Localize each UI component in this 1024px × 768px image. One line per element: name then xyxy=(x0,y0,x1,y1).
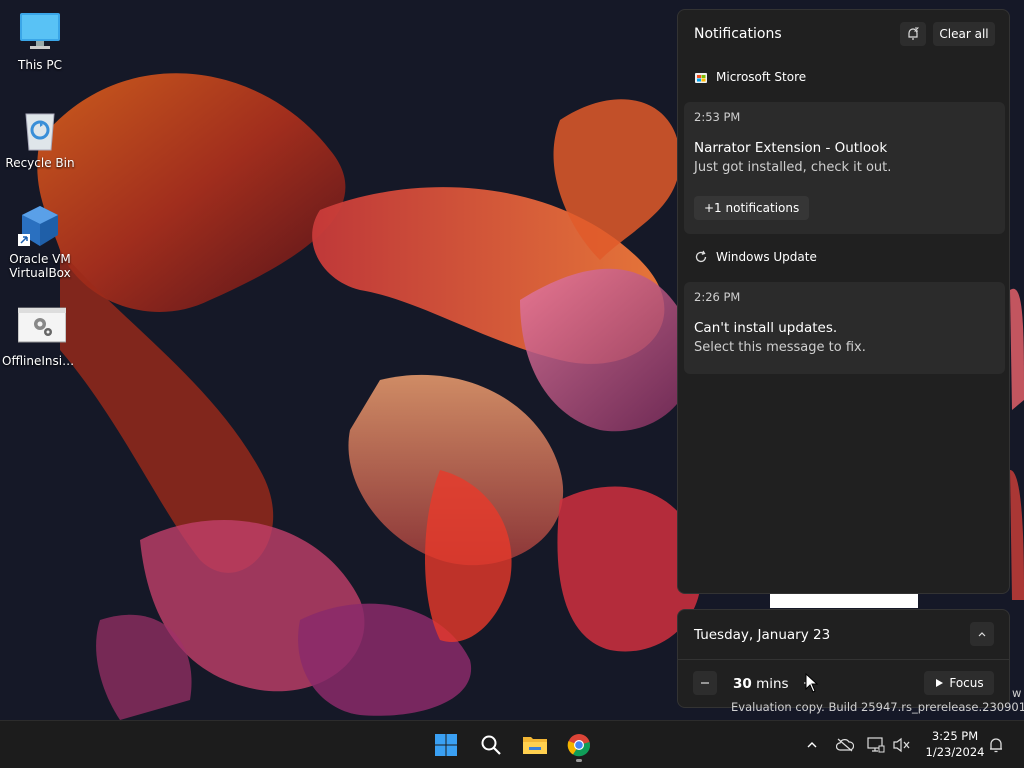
notification-card-narrator[interactable]: 2:53 PM Narrator Extension - Outlook Jus… xyxy=(684,102,1005,234)
notification-app-header-windows-update: Windows Update xyxy=(694,250,817,264)
taskbar-clock[interactable]: 3:25 PM 1/23/2024 xyxy=(918,728,992,760)
network-icon xyxy=(867,737,885,753)
notification-time: 2:53 PM xyxy=(694,110,741,124)
chevron-up-icon xyxy=(978,632,986,637)
volume-tray-button[interactable] xyxy=(891,734,913,756)
notification-body: Select this message to fix. xyxy=(694,340,866,355)
desktop-icon-recycle-bin[interactable]: Recycle Bin xyxy=(0,108,80,170)
monitor-icon xyxy=(18,10,62,54)
search-icon xyxy=(481,735,501,755)
desktop-icon-label: Recycle Bin xyxy=(5,156,75,170)
focus-duration-unit: mins xyxy=(751,676,789,692)
minus-icon xyxy=(701,682,709,684)
recycle-bin-icon xyxy=(18,108,62,152)
more-notifications-button[interactable]: +1 notifications xyxy=(694,196,810,220)
virtualbox-icon xyxy=(18,204,62,248)
bell-snooze-icon xyxy=(908,27,920,40)
desktop-icon-offlineinsider[interactable]: OfflineInsid... xyxy=(0,306,80,368)
settings-file-icon xyxy=(17,306,67,350)
start-icon xyxy=(435,734,457,756)
desktop-icon-this-pc[interactable]: This PC xyxy=(0,10,80,72)
calendar-date[interactable]: Tuesday, January 23 xyxy=(694,627,830,643)
desktop-icon-label: Oracle VM VirtualBox xyxy=(9,252,71,280)
notifications-title: Notifications xyxy=(694,26,782,42)
clock-time: 3:25 PM xyxy=(931,729,979,743)
focus-decrease-button[interactable] xyxy=(693,671,717,695)
bell-icon xyxy=(990,738,1002,753)
chrome-button[interactable] xyxy=(563,729,595,762)
notification-app-name: Microsoft Store xyxy=(716,70,807,84)
focus-button-label: Focus xyxy=(949,676,984,690)
notification-center: Notifications Clear all Microsoft Store … xyxy=(677,9,1010,594)
onedrive-icon xyxy=(836,738,854,752)
taskbar: 3:25 PM 1/23/2024 xyxy=(0,720,1024,768)
watermark-fragment: w xyxy=(1012,686,1022,700)
evaluation-watermark: Evaluation copy. Build 25947.rs_prerelea… xyxy=(731,700,1024,714)
calendar-collapse-button[interactable] xyxy=(970,622,994,646)
notifications-tray-button[interactable] xyxy=(985,734,1007,756)
start-button[interactable] xyxy=(430,729,462,761)
start-focus-button[interactable]: Focus xyxy=(924,671,994,695)
chevron-up-icon xyxy=(807,742,817,748)
focus-duration: 30 mins xyxy=(733,676,789,692)
focus-duration-value: 30 xyxy=(733,676,752,692)
volume-muted-icon xyxy=(893,737,910,753)
show-hidden-icons-button[interactable] xyxy=(801,734,823,756)
onedrive-tray-button[interactable] xyxy=(834,734,856,756)
notification-title: Can't install updates. xyxy=(694,320,838,336)
refresh-icon xyxy=(695,250,707,263)
notification-title: Narrator Extension - Outlook xyxy=(694,140,888,156)
do-not-disturb-button[interactable] xyxy=(900,22,926,46)
file-explorer-icon xyxy=(523,737,547,754)
notification-app-name: Windows Update xyxy=(716,250,817,264)
file-explorer-button[interactable] xyxy=(519,729,551,761)
running-indicator xyxy=(576,759,582,762)
clear-all-button[interactable]: Clear all xyxy=(933,22,995,46)
mouse-cursor-icon xyxy=(805,673,819,693)
notification-time: 2:26 PM xyxy=(694,290,741,304)
notification-card-windows-update[interactable]: 2:26 PM Can't install updates. Select th… xyxy=(684,282,1005,374)
play-icon xyxy=(936,679,944,687)
clock-date: 1/23/2024 xyxy=(925,745,985,759)
microsoft-store-icon xyxy=(695,73,707,83)
notification-body: Just got installed, check it out. xyxy=(694,160,892,175)
notification-app-header-microsoft-store: Microsoft Store xyxy=(694,70,806,84)
desktop-icon-virtualbox[interactable]: Oracle VM VirtualBox xyxy=(0,204,80,280)
divider xyxy=(678,659,1009,660)
search-button[interactable] xyxy=(475,729,507,761)
desktop-icon-label: This PC xyxy=(18,58,62,72)
calendar-panel: Tuesday, January 23 30 mins Focus xyxy=(677,609,1010,708)
chrome-icon xyxy=(567,734,591,757)
network-tray-button[interactable] xyxy=(865,734,887,756)
desktop-icon-label: OfflineInsid... xyxy=(2,354,80,368)
